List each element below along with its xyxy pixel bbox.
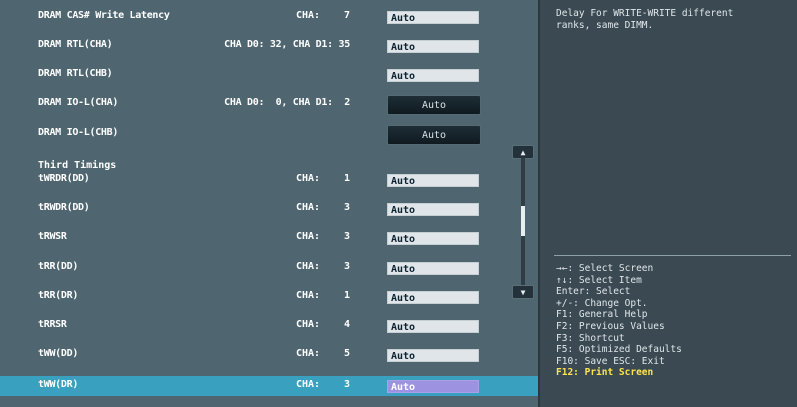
row-trwdr-dd[interactable]: tRWDR(DD) CHA: 3 Auto — [0, 199, 538, 219]
value-field[interactable]: Auto — [387, 174, 479, 187]
row-label: tRRSR — [38, 319, 67, 330]
help-line: Delay For WRITE-WRITE different — [556, 8, 734, 19]
channel-label: CHA: — [296, 202, 321, 213]
key-hint: →←: Select Screen — [556, 263, 654, 274]
channel-value: 3 — [343, 231, 351, 242]
value-field[interactable]: Auto — [387, 262, 479, 275]
channel-value: 3 — [343, 379, 351, 390]
scrollbar-thumb[interactable] — [521, 206, 525, 236]
channel-label: CHA: — [296, 10, 321, 21]
row-label: tRWSR — [38, 231, 67, 242]
scroll-up-button[interactable]: ▲ — [512, 145, 534, 159]
channel-value: 3 — [343, 202, 351, 213]
key-hint: F3: Shortcut — [556, 332, 625, 344]
channel-value: 3 — [343, 261, 351, 272]
row-label: DRAM IO-L(CHA) — [38, 97, 119, 108]
channel-value: 1 — [343, 290, 351, 301]
row-twrdr-dd[interactable]: tWRDR(DD) CHA: 1 Auto — [0, 170, 538, 190]
row-label: tRWDR(DD) — [38, 202, 90, 213]
value-field[interactable]: Auto — [387, 69, 479, 82]
row-label: DRAM RTL(CHB) — [38, 68, 113, 79]
channel-label: CHA: — [296, 348, 321, 359]
key-hint: F5: Optimized Defaults — [556, 344, 682, 356]
key-hint: F10: Save ESC: Exit — [556, 355, 665, 367]
row-trr-dr[interactable]: tRR(DR) CHA: 1 Auto — [0, 287, 538, 307]
channel-label: CHA: — [296, 319, 321, 330]
value-field[interactable]: Auto — [387, 232, 479, 245]
channel-value: 1 — [343, 173, 351, 184]
row-tww-dr[interactable]: tWW(DR) CHA: 3 Auto — [0, 376, 538, 396]
row-label: DRAM CAS# Write Latency — [38, 10, 170, 21]
channel-label: CHA: — [296, 261, 321, 272]
row-label: DRAM RTL(CHA) — [38, 39, 113, 50]
value-field[interactable]: Auto — [387, 349, 479, 362]
row-label: tWRDR(DD) — [38, 173, 90, 184]
value-field[interactable]: Auto — [387, 291, 479, 304]
row-info: CHA D0: 0, CHA D1: 2 — [224, 97, 350, 108]
value-field[interactable]: Auto — [387, 203, 479, 216]
row-dram-io-l-chb[interactable]: DRAM IO-L(CHB) Auto — [0, 124, 538, 145]
help-line: ranks, same DIMM. — [556, 20, 654, 31]
channel-value: 7 — [343, 10, 351, 21]
divider — [554, 255, 791, 256]
row-dram-io-l-cha[interactable]: DRAM IO-L(CHA) CHA D0: 0, CHA D1: 2 Auto — [0, 94, 538, 115]
row-tww-dd[interactable]: tWW(DD) CHA: 5 Auto — [0, 345, 538, 365]
row-label: DRAM IO-L(CHB) — [38, 127, 119, 138]
channel-label: CHA: — [296, 290, 321, 301]
key-hint: +/-: Change Opt. — [556, 297, 648, 309]
key-hint: F1: General Help — [556, 309, 648, 321]
row-info: CHA D0: 32, CHA D1: 35 — [224, 39, 350, 50]
auto-button[interactable]: Auto — [387, 125, 481, 145]
value-field[interactable]: Auto — [387, 320, 479, 333]
row-trwsr[interactable]: tRWSR CHA: 3 Auto — [0, 228, 538, 248]
value-field[interactable]: Auto — [387, 11, 479, 24]
channel-label: CHA: — [296, 173, 321, 184]
settings-panel: DRAM CAS# Write Latency CHA: 7 Auto DRAM… — [0, 0, 538, 407]
channel-value: 4 — [343, 319, 351, 330]
row-dram-cas-write-latency[interactable]: DRAM CAS# Write Latency CHA: 7 Auto — [0, 7, 538, 27]
channel-label: CHA: — [296, 379, 321, 390]
auto-button[interactable]: Auto — [387, 95, 481, 115]
key-hint: F2: Previous Values — [556, 320, 665, 332]
row-label: tRR(DD) — [38, 261, 79, 272]
key-hint: Enter: Select — [556, 286, 631, 298]
value-field[interactable]: Auto — [387, 40, 479, 53]
value-field[interactable]: Auto — [387, 380, 479, 393]
row-trrsr[interactable]: tRRSR CHA: 4 Auto — [0, 316, 538, 336]
row-label: tWW(DR) — [38, 379, 79, 390]
print-screen-hint[interactable]: F12: Print Screen — [556, 367, 791, 379]
row-trr-dd[interactable]: tRR(DD) CHA: 3 Auto — [0, 258, 538, 278]
channel-value: 5 — [343, 348, 351, 359]
help-panel: Delay For WRITE-WRITE different ranks, s… — [538, 0, 797, 407]
channel-label: CHA: — [296, 231, 321, 242]
scroll-down-button[interactable]: ▼ — [512, 285, 534, 299]
key-legend: →←: Select Screen ↑↓: Select Item Enter:… — [556, 263, 791, 379]
row-dram-rtl-cha[interactable]: DRAM RTL(CHA) CHA D0: 32, CHA D1: 35 Aut… — [0, 36, 538, 56]
row-label: tRR(DR) — [38, 290, 79, 301]
key-hint: ↑↓: Select Item — [556, 274, 642, 286]
row-label: tWW(DD) — [38, 348, 79, 359]
item-help-text: Delay For WRITE-WRITE different ranks, s… — [556, 8, 791, 32]
row-dram-rtl-chb[interactable]: DRAM RTL(CHB) Auto — [0, 65, 538, 85]
